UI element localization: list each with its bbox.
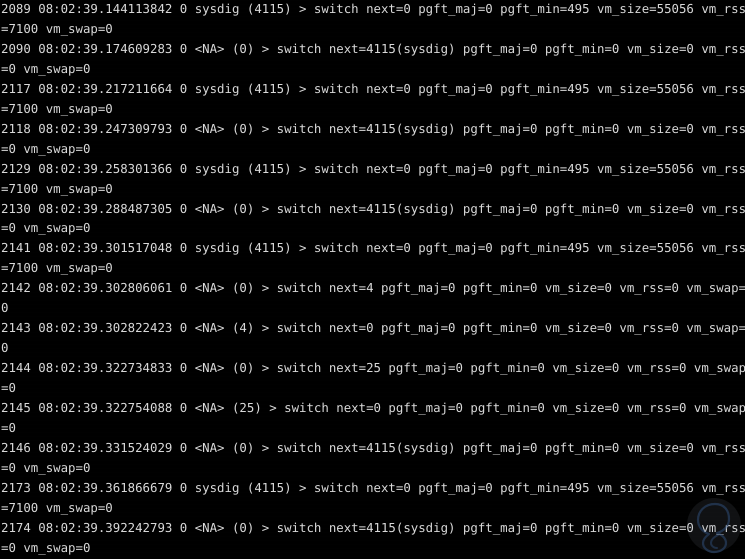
- terminal-line: =7100 vm_swap=0: [1, 500, 113, 515]
- terminal-line: 2089 08:02:39.144113842 0 sysdig (4115) …: [1, 2, 745, 16]
- terminal-line: 2118 08:02:39.247309793 0 <NA> (0) > swi…: [1, 121, 745, 136]
- terminal-line: =0 vm_swap=0: [1, 141, 91, 156]
- terminal-line: 2141 08:02:39.301517048 0 sysdig (4115) …: [1, 241, 745, 256]
- terminal-line: =0 vm_swap=0: [1, 540, 91, 555]
- terminal-line: =0: [1, 381, 16, 396]
- terminal-line: 2090 08:02:39.174609283 0 <NA> (0) > swi…: [1, 41, 745, 56]
- terminal-line: 2142 08:02:39.302806061 0 <NA> (0) > swi…: [1, 281, 745, 296]
- terminal-line: =7100 vm_swap=0: [1, 21, 113, 36]
- terminal-line: =7100 vm_swap=0: [1, 261, 113, 276]
- terminal-line: 2146 08:02:39.331524029 0 <NA> (0) > swi…: [1, 440, 745, 455]
- terminal-line: 2130 08:02:39.288487305 0 <NA> (0) > swi…: [1, 201, 745, 216]
- terminal-line: 2117 08:02:39.217211664 0 sysdig (4115) …: [1, 81, 745, 96]
- terminal-line: 0: [1, 341, 9, 356]
- terminal-line: =7100 vm_swap=0: [1, 181, 113, 196]
- terminal-line: 2173 08:02:39.361866679 0 sysdig (4115) …: [1, 480, 745, 495]
- terminal-line: =0 vm_swap=0: [1, 460, 91, 475]
- terminal-line: 2145 08:02:39.322754088 0 <NA> (25) > sw…: [1, 401, 745, 416]
- terminal-line: 2129 08:02:39.258301366 0 sysdig (4115) …: [1, 161, 745, 176]
- terminal-output[interactable]: 2089 08:02:39.144113842 0 sysdig (4115) …: [0, 0, 745, 559]
- terminal-line: 2144 08:02:39.322734833 0 <NA> (0) > swi…: [1, 361, 745, 376]
- terminal-line: 2174 08:02:39.392242793 0 <NA> (0) > swi…: [1, 520, 745, 535]
- terminal-line: =7100 vm_swap=0: [1, 101, 113, 116]
- terminal-line: 2143 08:02:39.302822423 0 <NA> (4) > swi…: [1, 321, 745, 336]
- terminal-line: =0: [1, 421, 16, 436]
- terminal-line: =0 vm_swap=0: [1, 221, 91, 236]
- terminal-line: 0: [1, 301, 9, 316]
- terminal-line: =0 vm_swap=0: [1, 61, 91, 76]
